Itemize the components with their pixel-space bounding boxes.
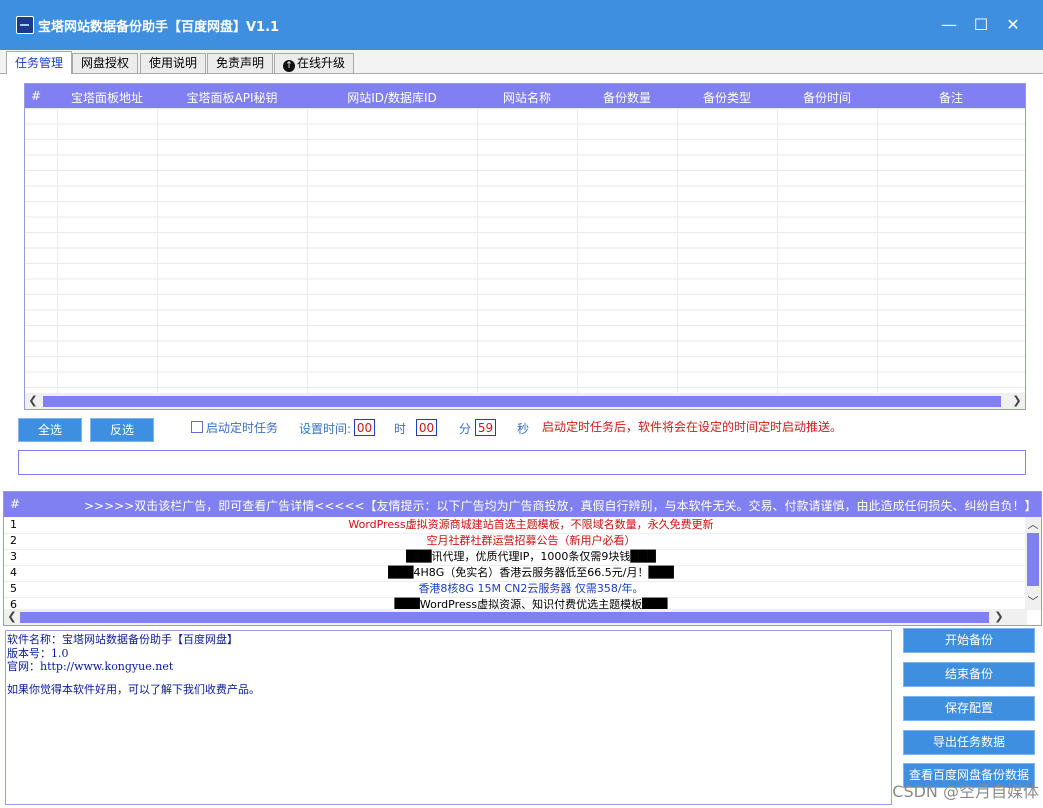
ad-vscroll-thumb[interactable] xyxy=(1027,533,1039,586)
task-grid[interactable]: # 宝塔面板地址 宝塔面板API秘钥 网站ID/数据库ID 网站名称 备份数量 … xyxy=(24,83,1026,410)
select-all-button[interactable]: 全选 xyxy=(18,418,82,442)
tab-netdisk-auth[interactable]: 网盘授权 xyxy=(72,53,139,73)
minimize-button[interactable]: — xyxy=(938,14,960,36)
scroll-left-icon[interactable]: ❮ xyxy=(25,393,41,409)
hour-label: 时 xyxy=(394,422,407,436)
scroll-left-icon[interactable]: ❮ xyxy=(4,609,20,625)
grid-divider xyxy=(477,108,478,393)
app-icon xyxy=(16,16,34,34)
minute-label: 分 xyxy=(459,422,472,436)
ad-row[interactable]: 1 WordPress虚拟资源商城建站首选主题模板，不限域名数量，永久免费更新 xyxy=(4,517,1027,534)
tab-task-management[interactable]: 任务管理 xyxy=(6,51,73,74)
scroll-up-icon[interactable]: ︿ xyxy=(1025,517,1041,533)
col-panel-address[interactable]: 宝塔面板地址 xyxy=(57,89,157,106)
maximize-button[interactable]: ☐ xyxy=(970,14,992,36)
export-tasks-button[interactable]: 导出任务数据 xyxy=(903,730,1035,755)
grid-divider xyxy=(157,108,158,393)
invert-selection-button[interactable]: 反选 xyxy=(90,418,154,442)
grid-divider xyxy=(877,108,878,393)
ad-header: # >>>>>双击该栏广告，即可查看广告详情<<<<<【友情提示：以下广告均为广… xyxy=(4,492,1041,517)
col-remark[interactable]: 备注 xyxy=(877,89,1025,106)
grid-divider xyxy=(57,108,58,393)
col-backup-count[interactable]: 备份数量 xyxy=(577,89,677,106)
close-button[interactable]: ✕ xyxy=(1002,14,1024,36)
grid-header: # 宝塔面板地址 宝塔面板API秘钥 网站ID/数据库ID 网站名称 备份数量 … xyxy=(25,84,1025,108)
second-label: 秒 xyxy=(517,422,530,436)
ad-row[interactable]: 2 空月社群社群运营招募公告（新用户必看） xyxy=(4,533,1027,550)
stop-backup-button[interactable]: 结束备份 xyxy=(903,662,1035,687)
tab-disclaimer[interactable]: 免责声明 xyxy=(207,53,274,73)
status-input[interactable] xyxy=(18,450,1026,475)
grid-body[interactable] xyxy=(25,108,1025,394)
second-input[interactable]: 59 xyxy=(475,419,496,436)
ad-vertical-scrollbar[interactable]: ︿ ﹀ xyxy=(1025,517,1041,610)
ad-header-text[interactable]: >>>>>双击该栏广告，即可查看广告详情<<<<<【友情提示：以下广告均为广告商… xyxy=(84,497,1037,514)
watermark: CSDN @空月自媒体 xyxy=(892,782,1039,801)
grid-scroll-thumb[interactable] xyxy=(43,396,1001,407)
scroll-right-icon[interactable]: ❯ xyxy=(991,609,1007,625)
log-line: 如果你觉得本软件好用，可以了解下我们收费产品。 xyxy=(7,683,260,696)
col-site-name[interactable]: 网站名称 xyxy=(477,89,577,106)
grid-horizontal-scrollbar[interactable]: ❮ ❯ xyxy=(25,393,1025,409)
log-line: 官网：http://www.kongyue.net xyxy=(7,660,174,673)
upgrade-arrow-icon: ↑ xyxy=(283,60,295,72)
col-backup-time[interactable]: 备份时间 xyxy=(777,89,877,106)
grid-divider xyxy=(577,108,578,393)
ad-horizontal-scrollbar[interactable]: ❮ ❯ xyxy=(4,609,1027,625)
ad-row[interactable]: 4 ███4H8G（免实名）香港云服务器低至66.5元/月！███ xyxy=(4,565,1027,582)
tab-bar: 任务管理 网盘授权 使用说明 免责声明 ↑ 在线升级 xyxy=(0,50,1043,74)
log-textarea[interactable]: 软件名称：宝塔网站数据备份助手【百度网盘】 版本号：1.0 官网：http://… xyxy=(5,630,892,805)
ad-panel[interactable]: # >>>>>双击该栏广告，即可查看广告详情<<<<<【友情提示：以下广告均为广… xyxy=(3,491,1042,626)
tab-online-upgrade[interactable]: ↑ 在线升级 xyxy=(274,53,355,73)
ad-col-index: # xyxy=(10,497,21,511)
save-config-button[interactable]: 保存配置 xyxy=(903,696,1035,721)
grid-divider xyxy=(777,108,778,393)
hour-input[interactable]: 00 xyxy=(354,419,375,436)
schedule-hint: 启动定时任务后，软件将会在设定的时间定时启动推送。 xyxy=(542,420,843,434)
ad-row[interactable]: 5 香港8核8G 15M CN2云服务器 仅需358/年。 xyxy=(4,581,1027,598)
ad-hscroll-thumb[interactable] xyxy=(20,612,989,623)
ad-row[interactable]: 3 ███讯代理，优质代理IP，1000条仅需9块钱███ xyxy=(4,549,1027,566)
start-backup-button[interactable]: 开始备份 xyxy=(903,628,1035,653)
schedule-label[interactable]: 启动定时任务 xyxy=(206,419,278,436)
scroll-down-icon[interactable]: ﹀ xyxy=(1025,594,1041,610)
col-backup-type[interactable]: 备份类型 xyxy=(677,89,777,106)
scroll-right-icon[interactable]: ❯ xyxy=(1009,393,1025,409)
schedule-checkbox[interactable] xyxy=(191,421,203,433)
col-index[interactable]: # xyxy=(31,89,41,103)
minute-input[interactable]: 00 xyxy=(416,419,437,436)
grid-divider xyxy=(307,108,308,393)
tab-usage-guide[interactable]: 使用说明 xyxy=(140,53,207,73)
grid-divider xyxy=(677,108,678,393)
col-api-key[interactable]: 宝塔面板API秘钥 xyxy=(157,89,307,106)
col-site-id[interactable]: 网站ID/数据库ID xyxy=(307,89,477,106)
set-time-label: 设置时间: xyxy=(299,422,352,436)
title-bar: 宝塔网站数据备份助手【百度网盘】V1.1 — ☐ ✕ xyxy=(0,0,1043,50)
window-title: 宝塔网站数据备份助手【百度网盘】V1.1 xyxy=(38,20,280,35)
